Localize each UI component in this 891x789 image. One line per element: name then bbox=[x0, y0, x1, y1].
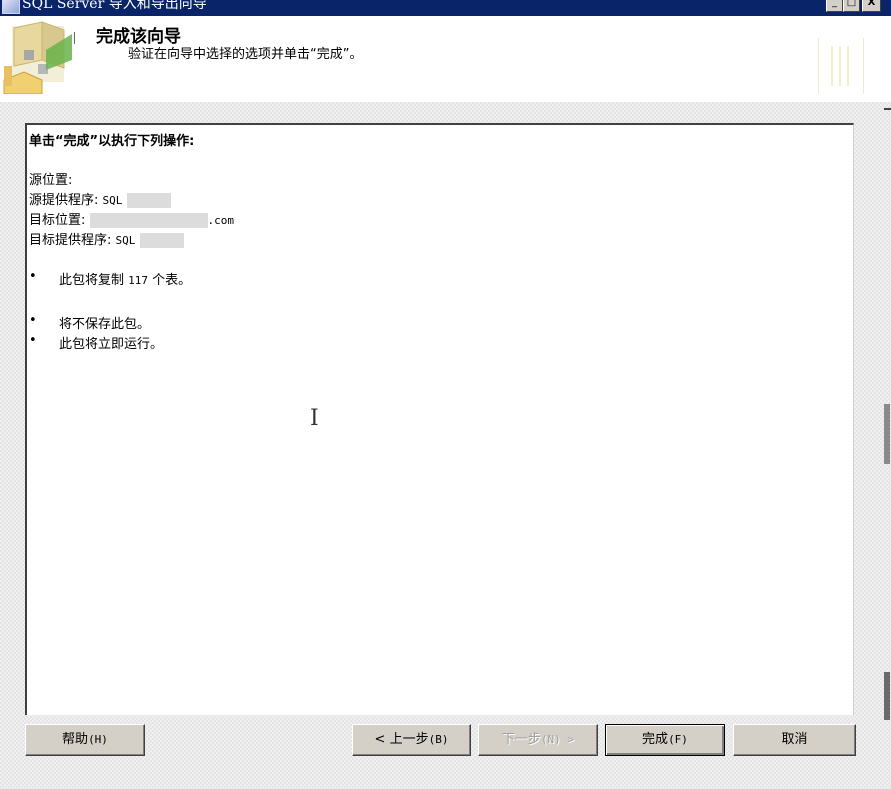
back-button-key: (B) bbox=[428, 733, 449, 746]
not-save-package-text: 将不保存此包。 bbox=[59, 317, 151, 332]
back-button-label: < 上一步 bbox=[374, 732, 429, 747]
summary-heading: 单击“完成”以执行下列操作: bbox=[29, 134, 195, 149]
header-separator bbox=[0, 101, 891, 102]
bullet-icon: • bbox=[29, 313, 37, 328]
next-button-key: (N) > bbox=[540, 733, 575, 746]
source-provider-row: 源提供程序: SQL bbox=[29, 189, 171, 208]
cancel-button[interactable]: 取消 bbox=[733, 724, 856, 756]
target-provider-value: SQL bbox=[115, 234, 136, 247]
cancel-button-label: 取消 bbox=[781, 732, 808, 747]
window-title: SQL Server 导入和导出向导 bbox=[22, 0, 207, 12]
redacted-block bbox=[126, 193, 171, 208]
copy-tables-suffix: 个表。 bbox=[148, 273, 192, 288]
title-bar: SQL Server 导入和导出向导 _ □ X bbox=[0, 0, 891, 16]
source-location-label: 源位置: bbox=[29, 173, 73, 188]
header-divider bbox=[74, 32, 75, 44]
bullet-icon: • bbox=[29, 269, 37, 284]
target-location-value: .com bbox=[207, 214, 235, 227]
edge-artifact bbox=[884, 404, 890, 464]
help-button-key: (H) bbox=[88, 733, 108, 746]
copy-tables-prefix: 此包将复制 bbox=[59, 273, 129, 288]
target-provider-label: 目标提供程序: bbox=[29, 233, 112, 248]
close-button[interactable]: X bbox=[862, 0, 881, 12]
next-button[interactable]: 下一步(N) > bbox=[478, 724, 598, 756]
button-bar: 帮助(H) < 上一步(B) 下一步(N) > 完成(F) 取消 bbox=[0, 724, 891, 789]
minimize-button[interactable]: _ bbox=[826, 0, 843, 12]
maximize-button[interactable]: □ bbox=[843, 0, 860, 12]
source-provider-label: 源提供程序: bbox=[29, 193, 99, 208]
table-count: 117 bbox=[128, 274, 149, 287]
target-location-row: 目标位置: .com bbox=[29, 209, 234, 228]
text-cursor-icon: I bbox=[310, 406, 319, 431]
edge-artifact bbox=[884, 108, 891, 110]
finish-button-label: 完成 bbox=[642, 732, 669, 747]
target-location-label: 目标位置: bbox=[29, 213, 86, 228]
back-button[interactable]: < 上一步(B) bbox=[352, 724, 471, 756]
target-provider-row: 目标提供程序: SQL bbox=[29, 229, 184, 248]
next-button-label: 下一步 bbox=[501, 732, 541, 747]
help-button[interactable]: 帮助(H) bbox=[25, 724, 145, 756]
redacted-block bbox=[89, 213, 208, 228]
edge-artifact bbox=[884, 672, 890, 720]
bullet-icon: • bbox=[29, 333, 37, 348]
summary-panel[interactable]: 单击“完成”以执行下列操作: 源位置: 源提供程序: SQL 目标位置: .co… bbox=[25, 123, 854, 715]
finish-button[interactable]: 完成(F) bbox=[605, 724, 725, 756]
redacted-block bbox=[139, 233, 184, 248]
wizard-header: 完成该向导 验证在向导中选择的选项并单击“完成”。 bbox=[0, 16, 891, 102]
source-location-row: 源位置: bbox=[29, 169, 72, 188]
help-button-label: 帮助 bbox=[62, 732, 89, 747]
header-decoration bbox=[818, 38, 864, 94]
source-provider-value: SQL bbox=[102, 194, 123, 207]
wizard-icon bbox=[3, 21, 72, 94]
app-icon bbox=[2, 0, 20, 14]
finish-button-key: (F) bbox=[668, 733, 688, 746]
run-immediately-text: 此包将立即运行。 bbox=[59, 337, 164, 352]
page-subtitle: 验证在向导中选择的选项并单击“完成”。 bbox=[128, 47, 363, 62]
